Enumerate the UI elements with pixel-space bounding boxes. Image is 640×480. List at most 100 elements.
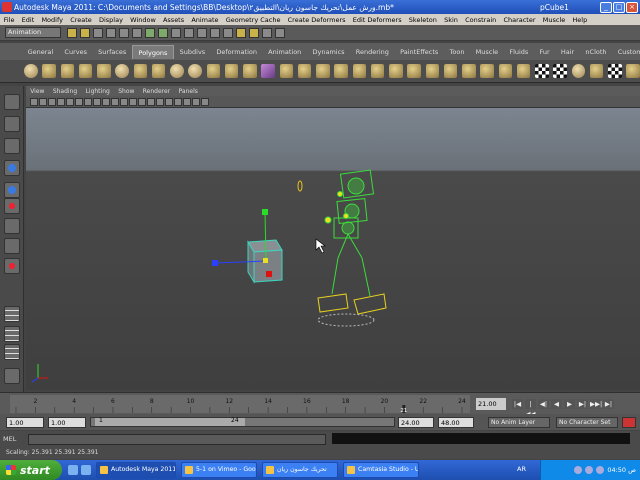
go-to-start-button[interactable]: |◀ [512,399,523,409]
perspective-viewport[interactable] [26,108,640,390]
planar-mapping-icon[interactable] [571,64,586,78]
playback-end-field[interactable]: 24.00 [398,417,434,428]
extrude-icon[interactable] [279,64,294,78]
gate-mask-icon[interactable] [93,97,101,106]
textured-icon[interactable] [156,97,164,106]
tab-custom[interactable]: Custom [612,45,640,59]
poly-cone-icon[interactable] [78,64,93,78]
snap-point-icon[interactable] [184,27,194,38]
move-tool-icon[interactable] [4,160,20,176]
mirror-icon[interactable] [462,64,476,78]
use-all-lights-icon[interactable] [165,97,173,106]
poly-pyramid-icon[interactable] [151,64,166,78]
isolate-select-icon[interactable] [192,97,200,106]
image-plane-icon[interactable] [57,97,65,106]
channel-box-icon[interactable] [275,27,285,38]
lasso-tool-icon[interactable] [4,116,20,132]
panel-menu-panels[interactable]: Panels [174,88,202,95]
tab-deformation[interactable]: Deformation [211,45,263,59]
panel-menu-view[interactable]: View [26,88,49,95]
go-to-end-button[interactable]: ▶| [603,399,614,409]
tab-curves[interactable]: Curves [59,45,93,59]
show-manipulator-icon[interactable] [4,258,20,274]
quick-launch-desktop-icon[interactable] [81,465,91,475]
menu-muscle[interactable]: Muscle [539,16,569,24]
poly-torus-icon[interactable] [115,64,129,78]
safe-title-icon[interactable] [120,97,128,106]
task-folder[interactable]: تحريك جاسون ريان [262,462,338,478]
range-slider-thumb[interactable] [95,418,245,426]
panel-menu-renderer[interactable]: Renderer [139,88,175,95]
wireframe-icon[interactable] [129,97,137,106]
network-icon[interactable] [574,466,583,474]
render-icon[interactable] [197,27,207,38]
select-hierarchy-icon[interactable] [106,27,116,38]
panel-menu-lighting[interactable]: Lighting [81,88,114,95]
xray-icon[interactable] [183,97,191,106]
paint-select-tool-icon[interactable] [4,138,20,154]
automatic-mapping-icon[interactable] [589,64,604,78]
playback-start-field[interactable]: 1.00 [48,417,86,428]
menu-window[interactable]: Window [127,16,160,24]
panel-menu-shading[interactable]: Shading [49,88,82,95]
menu-skin[interactable]: Skin [440,16,461,24]
persp-outliner-layout-icon[interactable] [4,344,20,360]
safe-action-icon[interactable] [111,97,119,106]
poly-cube-icon[interactable] [42,64,56,78]
menu-animate[interactable]: Animate [188,16,222,24]
tab-toon[interactable]: Toon [444,45,470,59]
select-tool-icon[interactable] [4,94,20,110]
x-axis-handle[interactable] [266,271,272,277]
auto-key-icon[interactable] [622,417,636,428]
fill-hole-icon[interactable] [334,64,348,78]
tab-animation[interactable]: Animation [263,45,307,59]
anim-layer-dropdown[interactable]: No Anim Layer [488,417,550,428]
delete-edge-icon[interactable] [425,64,440,78]
bevel-icon[interactable] [389,64,403,78]
quick-launch-ie-icon[interactable] [68,465,78,475]
merge-icon[interactable] [407,64,421,78]
character-set-dropdown[interactable]: No Character Set [556,417,618,428]
step-forward-frame-button[interactable]: ▶| [577,399,588,409]
selection-mask-icon[interactable] [145,27,155,38]
command-language-label[interactable]: MEL [0,435,28,443]
menu-assets[interactable]: Assets [159,16,187,24]
y-axis-handle[interactable] [262,209,268,215]
menu-modify[interactable]: Modify [38,16,67,24]
command-input[interactable] [28,433,326,445]
wireframe-on-shaded-icon[interactable] [147,97,155,106]
grid-toggle-icon[interactable] [66,97,74,106]
ipr-render-icon[interactable] [210,27,220,38]
tab-muscle[interactable]: Muscle [470,45,504,59]
play-forwards-button[interactable]: ▶ [564,399,575,409]
maximize-button[interactable]: □ [613,1,625,13]
tab-rendering[interactable]: Rendering [350,45,394,59]
start-time-field[interactable]: 1.00 [6,417,44,428]
tab-ncloth[interactable]: nCloth [580,45,612,59]
poly-plane-icon[interactable] [97,64,111,78]
smooth-icon[interactable] [261,64,275,78]
minimize-button[interactable]: _ [600,1,612,13]
range-slider-bar[interactable]: 1 24 [90,417,395,427]
rotate-tool-icon[interactable] [4,182,20,198]
sculpt-icon[interactable] [516,64,531,78]
soften-edge-icon[interactable] [626,64,640,78]
field-chart-icon[interactable] [102,97,110,106]
bookmarks-icon[interactable] [48,97,56,106]
menu-edit-deformers[interactable]: Edit Deformers [349,16,405,24]
high-quality-icon[interactable] [201,97,209,106]
tab-general[interactable]: General [22,45,59,59]
panel-menu-show[interactable]: Show [114,88,139,95]
center-handle[interactable] [263,258,268,263]
current-frame-field[interactable]: 21.00 [476,398,506,410]
tab-painteffects[interactable]: PaintEffects [395,45,444,59]
step-back-frame-button[interactable]: ◀| [538,399,549,409]
poly-prism-icon[interactable] [133,64,148,78]
volume-icon[interactable] [585,466,594,474]
tab-dynamics[interactable]: Dynamics [307,45,350,59]
menu-set-dropdown[interactable]: Animation [5,27,61,38]
extract-icon[interactable] [443,64,458,78]
attribute-editor-icon[interactable] [249,27,259,38]
open-scene-icon[interactable] [80,27,90,38]
single-perspective-layout-icon[interactable] [4,306,20,322]
